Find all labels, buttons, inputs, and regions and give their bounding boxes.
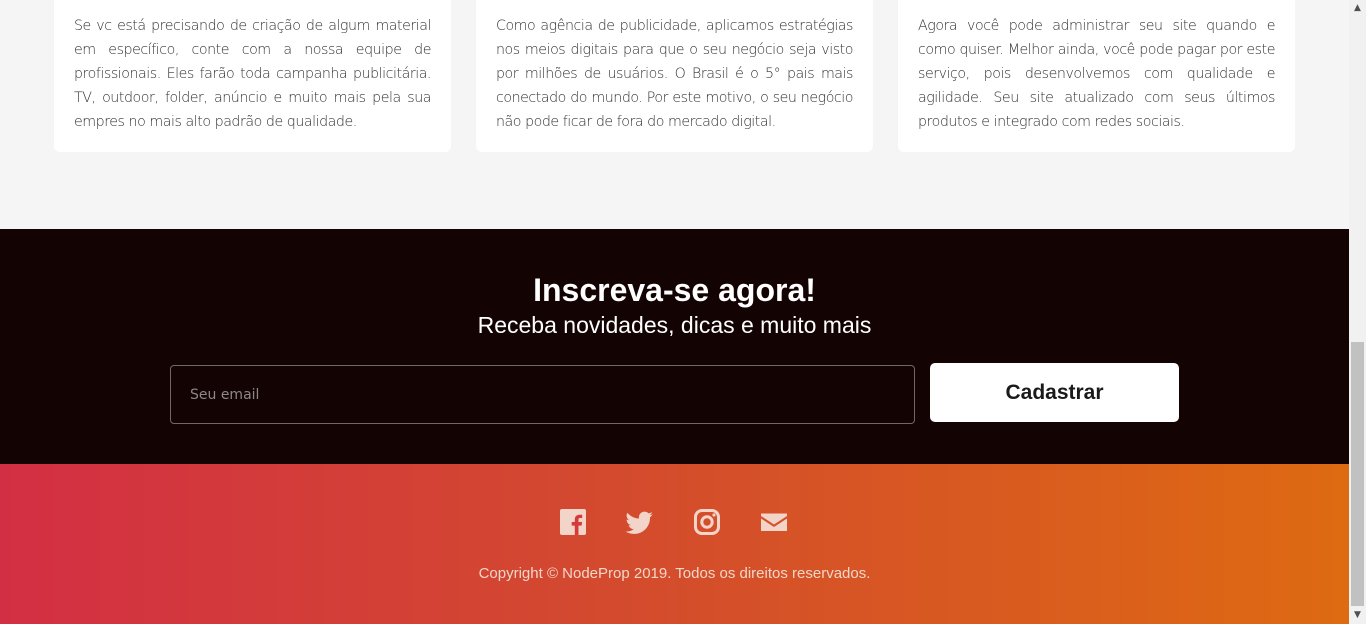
service-card-digital: Como agência de publicidade, aplicamos e…: [476, 0, 873, 152]
email-input[interactable]: [170, 365, 915, 424]
footer: Copyright © NodeProp 2019. Todos os dire…: [0, 464, 1349, 624]
service-card-creation: Se vc está precisando de criação de algu…: [54, 0, 451, 152]
facebook-icon: [560, 509, 586, 535]
instagram-link[interactable]: [692, 507, 722, 537]
social-links: [0, 507, 1349, 537]
page: Se vc está precisando de criação de algu…: [0, 0, 1349, 624]
scrollbar-thumb[interactable]: [1351, 342, 1364, 606]
subscribe-title: Inscreva-se agora!: [533, 272, 816, 308]
twitter-link[interactable]: [624, 507, 654, 537]
instagram-icon: [694, 509, 720, 535]
subscribe-button[interactable]: Cadastrar: [930, 363, 1179, 422]
vertical-scrollbar[interactable]: ▲ ▼: [1349, 0, 1366, 624]
envelope-icon: [761, 513, 787, 531]
service-card-text: Agora você pode administrar seu site qua…: [918, 18, 1275, 130]
copyright-text: Copyright © NodeProp 2019. Todos os dire…: [478, 565, 871, 582]
service-card-text: Se vc está precisando de criação de algu…: [74, 18, 431, 130]
scroll-down-arrow-icon[interactable]: ▼: [1349, 607, 1366, 624]
twitter-icon: [625, 511, 653, 534]
subscribe-section: Inscreva-se agora! Receba novidades, dic…: [0, 229, 1349, 464]
service-card-website: Agora você pode administrar seu site qua…: [898, 0, 1295, 152]
facebook-link[interactable]: [558, 507, 588, 537]
subscribe-subtitle: Receba novidades, dicas e muito mais: [477, 312, 872, 338]
email-link[interactable]: [759, 507, 789, 537]
services-section: Se vc está precisando de criação de algu…: [0, 0, 1349, 229]
scroll-up-arrow-icon[interactable]: ▲: [1349, 0, 1366, 17]
service-card-text: Como agência de publicidade, aplicamos e…: [496, 18, 853, 130]
